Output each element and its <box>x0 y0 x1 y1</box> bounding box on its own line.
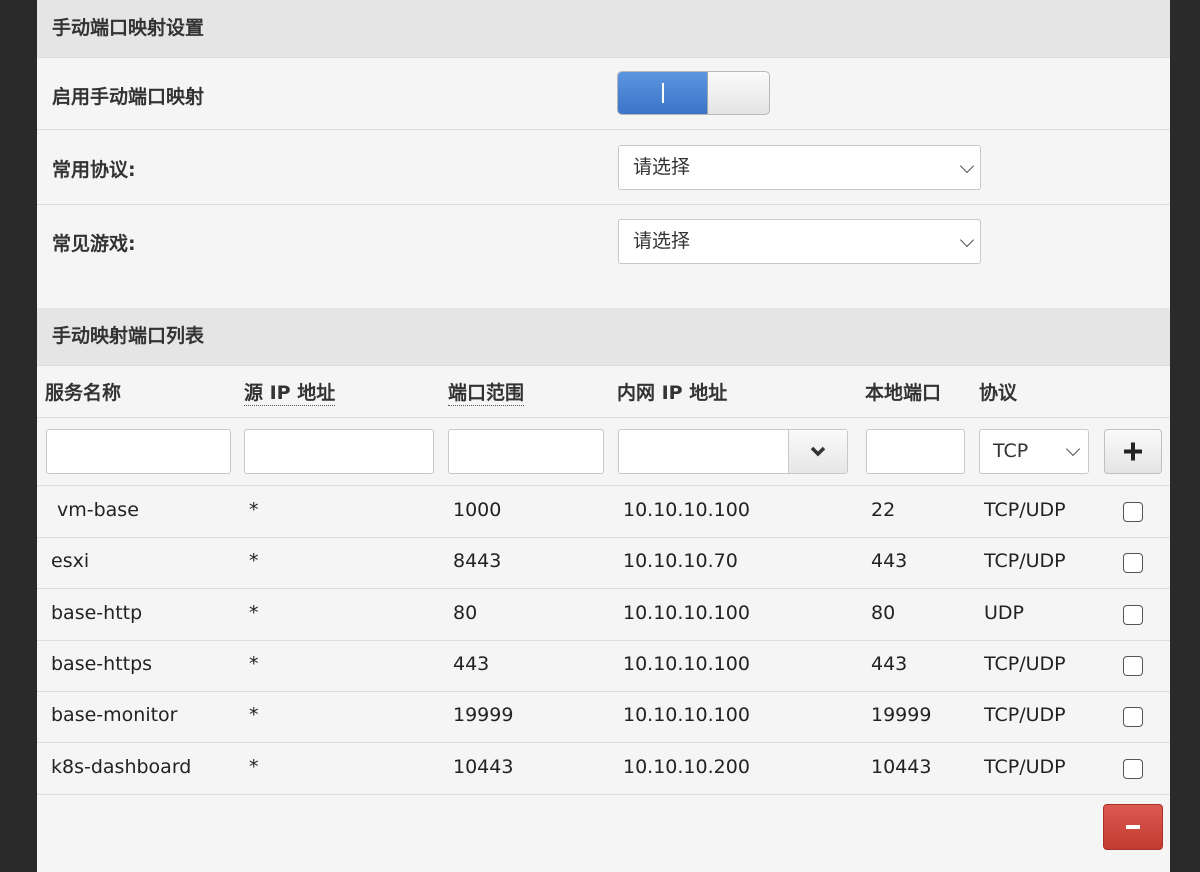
source-ip-cell: * <box>249 652 259 675</box>
col-local-port: 本地端口 <box>865 382 942 404</box>
protocol-cell: TCP/UDP <box>984 755 1066 778</box>
protocol-cell: TCP/UDP <box>984 550 1066 573</box>
chevron-down-icon <box>810 446 826 457</box>
game-label: 常见游戏: <box>52 233 136 255</box>
port-range-cell: 19999 <box>453 704 514 727</box>
remove-selected-button[interactable] <box>1103 804 1163 850</box>
port-range-cell: 1000 <box>453 499 502 521</box>
port-mapping-panel: 手动端口映射设置 启用手动端口映射 常用协议: 请选择 常见游戏: 请选择 手动… <box>37 0 1170 872</box>
source-ip-cell: * <box>249 755 259 778</box>
service-name-cell: k8s-dashboard <box>51 755 192 778</box>
toggle-on-mark <box>662 83 664 103</box>
local-port-cell: 80 <box>871 601 896 624</box>
row-select-checkbox[interactable] <box>1123 604 1143 625</box>
row-select-checkbox[interactable] <box>1123 707 1143 728</box>
source-ip-cell: * <box>249 601 259 624</box>
chevron-down-icon <box>1065 441 1081 457</box>
row-select-checkbox[interactable] <box>1123 655 1143 676</box>
port-range-cell: 10443 <box>453 755 514 778</box>
internal-ip-input[interactable] <box>618 429 848 474</box>
game-select-value: 请选择 <box>633 230 691 252</box>
protocol-label: 常用协议: <box>52 159 136 181</box>
service-name-cell: vm-base <box>57 499 139 521</box>
minus-icon <box>1126 825 1140 829</box>
chevron-down-icon <box>959 232 975 248</box>
add-mapping-button[interactable] <box>1104 429 1162 474</box>
section-title-list: 手动映射端口列表 <box>37 308 1170 366</box>
row-select-checkbox[interactable] <box>1123 502 1143 522</box>
game-select[interactable]: 请选择 <box>618 219 981 264</box>
col-port-range: 端口范围 <box>448 378 525 406</box>
local-port-cell: 10443 <box>871 755 932 778</box>
protocol-cell: TCP/UDP <box>984 499 1066 521</box>
source-ip-cell: * <box>249 499 259 521</box>
service-name-cell: base-http <box>51 601 143 624</box>
protocol-cell: UDP <box>984 601 1024 624</box>
protocol-cell: TCP/UDP <box>984 704 1066 727</box>
protocol-row: 常用协议: <box>37 130 1170 205</box>
col-internal-ip: 内网 IP 地址 <box>617 382 728 404</box>
col-protocol: 协议 <box>979 382 1018 404</box>
internal-ip-cell: 10.10.10.70 <box>623 550 738 573</box>
internal-ip-cell: 10.10.10.200 <box>623 755 750 778</box>
protocol-new-value: TCP <box>993 440 1029 462</box>
protocol-select[interactable]: 请选择 <box>618 145 981 190</box>
service-name-cell: esxi <box>51 550 90 573</box>
port-range-cell: 443 <box>453 652 490 675</box>
service-name-cell: base-monitor <box>51 704 178 727</box>
enable-row: 启用手动端口映射 <box>37 58 1170 130</box>
col-source-ip: 源 IP 地址 <box>244 378 336 406</box>
source-ip-input[interactable] <box>244 429 434 474</box>
internal-ip-dropdown-button[interactable] <box>788 430 847 473</box>
service-name-input[interactable] <box>46 429 231 474</box>
section-title-settings: 手动端口映射设置 <box>37 0 1170 58</box>
local-port-cell: 22 <box>871 499 896 521</box>
port-range-cell: 80 <box>453 601 478 624</box>
enable-toggle[interactable] <box>617 71 770 115</box>
protocol-new-select[interactable]: TCP <box>979 429 1089 474</box>
service-name-cell: base-https <box>51 652 153 675</box>
row-select-checkbox[interactable] <box>1123 553 1143 574</box>
plus-icon <box>1124 442 1142 461</box>
chevron-down-icon <box>959 158 975 174</box>
local-port-input[interactable] <box>866 429 965 474</box>
source-ip-cell: * <box>249 704 259 727</box>
toggle-on-segment <box>618 72 708 114</box>
internal-ip-cell: 10.10.10.100 <box>623 652 750 675</box>
port-range-input[interactable] <box>448 429 604 474</box>
internal-ip-cell: 10.10.10.100 <box>623 499 750 521</box>
game-row: 常见游戏: <box>37 205 1170 308</box>
local-port-cell: 443 <box>871 550 908 573</box>
protocol-select-value: 请选择 <box>633 156 691 178</box>
internal-ip-cell: 10.10.10.100 <box>623 704 750 727</box>
local-port-cell: 443 <box>871 652 908 675</box>
protocol-cell: TCP/UDP <box>984 652 1066 675</box>
internal-ip-cell: 10.10.10.100 <box>623 601 750 624</box>
enable-label: 启用手动端口映射 <box>52 86 205 108</box>
col-service-name: 服务名称 <box>45 382 122 404</box>
row-select-checkbox[interactable] <box>1123 758 1143 779</box>
local-port-cell: 19999 <box>871 704 932 727</box>
source-ip-cell: * <box>249 550 259 573</box>
port-range-cell: 8443 <box>453 550 502 573</box>
